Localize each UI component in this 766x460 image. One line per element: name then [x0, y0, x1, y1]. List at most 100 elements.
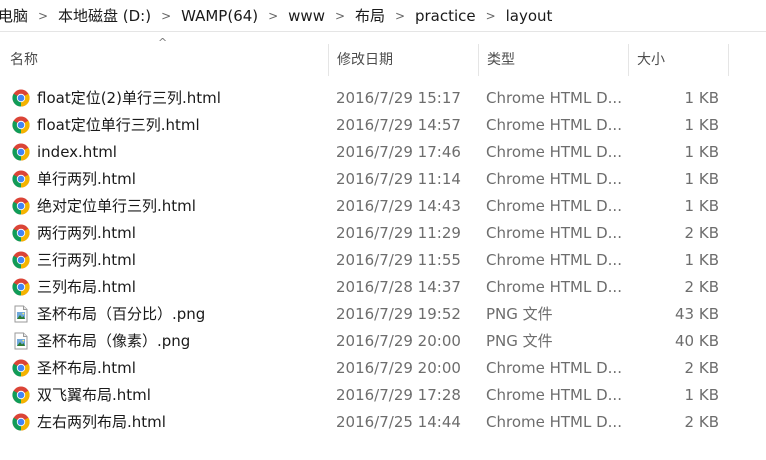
file-size: 43 KB: [675, 305, 719, 323]
chevron-right-icon[interactable]: >: [480, 0, 502, 31]
file-list: float定位(2)单行三列.html 2016/7/29 15:17 Chrome…: [0, 85, 766, 436]
chevron-right-icon[interactable]: >: [329, 0, 351, 31]
image-file-icon: [12, 305, 30, 323]
file-size: 2 KB: [684, 224, 719, 242]
breadcrumb-drive-d[interactable]: 本地磁盘 (D:): [54, 0, 155, 31]
file-row[interactable]: 圣杯布局（像素）.png 2016/7/29 20:00 PNG 文件 40 KB: [0, 328, 766, 355]
file-size: 2 KB: [684, 413, 719, 431]
file-type: Chrome HTML D...: [486, 89, 622, 107]
file-size: 1 KB: [684, 386, 719, 404]
file-date-modified: 2016/7/28 14:37: [336, 278, 461, 296]
file-size: 1 KB: [684, 251, 719, 269]
file-name: 左右两列布局.html: [37, 413, 166, 431]
file-date-modified: 2016/7/29 11:14: [336, 170, 461, 188]
file-type: Chrome HTML D...: [486, 386, 622, 404]
file-type: Chrome HTML D...: [486, 143, 622, 161]
file-date-modified: 2016/7/25 14:44: [336, 413, 461, 431]
file-row[interactable]: 三列布局.html 2016/7/28 14:37 Chrome HTML D...…: [0, 274, 766, 301]
file-row[interactable]: 单行两列.html 2016/7/29 11:14 Chrome HTML D...…: [0, 166, 766, 193]
chevron-right-icon[interactable]: >: [32, 0, 54, 31]
file-date-modified: 2016/7/29 17:46: [336, 143, 461, 161]
image-file-icon: [12, 332, 30, 350]
file-type: PNG 文件: [486, 332, 553, 350]
file-date-modified: 2016/7/29 19:52: [336, 305, 461, 323]
chrome-icon: [12, 251, 30, 269]
breadcrumb-layout-folder[interactable]: 布局: [351, 0, 389, 31]
column-divider[interactable]: [728, 44, 729, 76]
file-name: 两行两列.html: [37, 224, 136, 242]
file-row[interactable]: 三行两列.html 2016/7/29 11:55 Chrome HTML D...…: [0, 247, 766, 274]
file-date-modified: 2016/7/29 20:00: [336, 359, 461, 377]
file-date-modified: 2016/7/29 14:57: [336, 116, 461, 134]
file-date-modified: 2016/7/29 14:43: [336, 197, 461, 215]
chrome-icon: [12, 278, 30, 296]
file-date-modified: 2016/7/29 11:55: [336, 251, 461, 269]
breadcrumb-layout[interactable]: layout: [502, 0, 557, 31]
file-name: 绝对定位单行三列.html: [37, 197, 196, 215]
file-type: Chrome HTML D...: [486, 116, 622, 134]
file-type: Chrome HTML D...: [486, 170, 622, 188]
chrome-icon: [12, 89, 30, 107]
file-size: 2 KB: [684, 278, 719, 296]
chevron-right-icon[interactable]: >: [389, 0, 411, 31]
address-bar[interactable]: 电脑 > 本地磁盘 (D:) > WAMP(64) > www > 布局 > p…: [0, 0, 766, 32]
chrome-icon: [12, 413, 30, 431]
breadcrumb-www[interactable]: www: [284, 0, 329, 31]
chrome-icon: [12, 116, 30, 134]
file-size: 1 KB: [684, 143, 719, 161]
file-name: 三列布局.html: [37, 278, 136, 296]
file-type: Chrome HTML D...: [486, 359, 622, 377]
file-date-modified: 2016/7/29 11:29: [336, 224, 461, 242]
file-type: Chrome HTML D...: [486, 197, 622, 215]
chrome-icon: [12, 197, 30, 215]
file-type: Chrome HTML D...: [486, 224, 622, 242]
file-name: 单行两列.html: [37, 170, 136, 188]
file-size: 2 KB: [684, 359, 719, 377]
chevron-right-icon[interactable]: >: [155, 0, 177, 31]
file-row[interactable]: 圣杯布局.html 2016/7/29 20:00 Chrome HTML D...…: [0, 355, 766, 382]
file-row[interactable]: 圣杯布局（百分比）.png 2016/7/29 19:52 PNG 文件 43 KB: [0, 301, 766, 328]
file-name: float定位(2)单行三列.html: [37, 89, 221, 107]
breadcrumb-practice[interactable]: practice: [411, 0, 480, 31]
file-row[interactable]: 两行两列.html 2016/7/29 11:29 Chrome HTML D...…: [0, 220, 766, 247]
chrome-icon: [12, 170, 30, 188]
file-name: 三行两列.html: [37, 251, 136, 269]
breadcrumb-wamp[interactable]: WAMP(64): [177, 0, 262, 31]
file-date-modified: 2016/7/29 20:00: [336, 332, 461, 350]
file-size: 1 KB: [684, 170, 719, 188]
file-row[interactable]: index.html 2016/7/29 17:46 Chrome HTML D..…: [0, 139, 766, 166]
column-header: 名称 修改日期 类型 大小: [0, 44, 766, 76]
chrome-icon: [12, 143, 30, 161]
column-header-type[interactable]: 类型: [479, 44, 628, 76]
breadcrumb-computer[interactable]: 电脑: [0, 0, 32, 31]
file-row[interactable]: 左右两列布局.html 2016/7/25 14:44 Chrome HTML D.…: [0, 409, 766, 436]
file-name: 圣杯布局（百分比）.png: [37, 305, 206, 323]
file-name: float定位单行三列.html: [37, 116, 200, 134]
column-header-name[interactable]: 名称: [2, 44, 328, 76]
chrome-icon: [12, 224, 30, 242]
file-row[interactable]: float定位单行三列.html 2016/7/29 14:57 Chrome HT…: [0, 112, 766, 139]
chrome-icon: [12, 386, 30, 404]
column-header-size[interactable]: 大小: [629, 44, 728, 76]
file-row[interactable]: 双飞翼布局.html 2016/7/29 17:28 Chrome HTML D..…: [0, 382, 766, 409]
file-type: Chrome HTML D...: [486, 413, 622, 431]
file-explorer-window: 电脑 > 本地磁盘 (D:) > WAMP(64) > www > 布局 > p…: [0, 0, 766, 460]
file-row[interactable]: 绝对定位单行三列.html 2016/7/29 14:43 Chrome HTML …: [0, 193, 766, 220]
file-type: PNG 文件: [486, 305, 553, 323]
file-type: Chrome HTML D...: [486, 251, 622, 269]
file-name: 圣杯布局（像素）.png: [37, 332, 191, 350]
file-size: 1 KB: [684, 89, 719, 107]
file-name: 圣杯布局.html: [37, 359, 136, 377]
chevron-right-icon[interactable]: >: [262, 0, 284, 31]
file-name: index.html: [37, 143, 117, 161]
file-size: 1 KB: [684, 197, 719, 215]
column-header-date[interactable]: 修改日期: [329, 44, 478, 76]
file-size: 1 KB: [684, 116, 719, 134]
file-type: Chrome HTML D...: [486, 278, 622, 296]
file-size: 40 KB: [675, 332, 719, 350]
file-date-modified: 2016/7/29 15:17: [336, 89, 461, 107]
file-name: 双飞翼布局.html: [37, 386, 151, 404]
file-date-modified: 2016/7/29 17:28: [336, 386, 461, 404]
file-row[interactable]: float定位(2)单行三列.html 2016/7/29 15:17 Chrome…: [0, 85, 766, 112]
chrome-icon: [12, 359, 30, 377]
